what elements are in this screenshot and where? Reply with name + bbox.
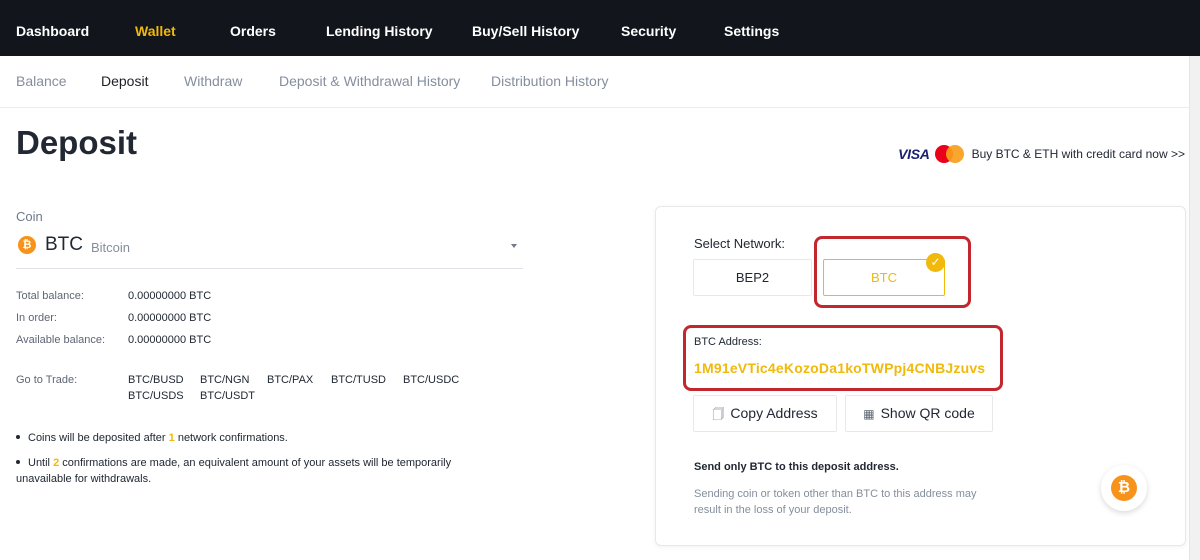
confirmation-note: Coins will be deposited after 1 network … — [16, 430, 288, 446]
page-title: Deposit — [16, 124, 138, 161]
warning-title: Send only BTC to this deposit address. — [694, 461, 899, 473]
trade-pair-link[interactable]: BTC/USDC — [403, 374, 459, 386]
trade-pair-link[interactable]: BTC/NGN — [200, 374, 250, 386]
topnav-buy-sell-history[interactable]: Buy/Sell History — [472, 0, 579, 56]
bitcoin-icon: ₿ — [18, 236, 36, 254]
network-label: Select Network: — [694, 236, 786, 251]
page-scrollbar[interactable] — [1189, 56, 1200, 560]
coin-select[interactable]: ₿ BTC Bitcoin — [16, 232, 523, 269]
trade-pair-link[interactable]: BTC/PAX — [267, 374, 313, 386]
top-nav: Dashboard Wallet Orders Lending History … — [0, 0, 1200, 56]
qr-code-icon: ▦ — [863, 407, 875, 421]
topnav-security[interactable]: Security — [621, 0, 676, 56]
in-order-value: 0.00000000 BTC — [128, 312, 212, 324]
warning-text: Sending coin or token other than BTC to … — [694, 488, 977, 516]
show-qr-button[interactable]: ▦ Show QR code — [845, 395, 993, 432]
network-option-bep2[interactable]: BEP2 — [693, 259, 812, 296]
available-balance-label: Available balance: — [16, 334, 106, 346]
sub-nav: Balance Deposit Withdraw Deposit & Withd… — [0, 56, 1200, 108]
network-highlight-box — [814, 236, 971, 308]
topnav-settings[interactable]: Settings — [724, 0, 779, 56]
coin-label: Coin — [16, 209, 43, 224]
in-order-label: In order: — [16, 312, 57, 324]
available-balance-value: 0.00000000 BTC — [128, 334, 212, 346]
bitcoin-icon: ₿ — [1111, 475, 1137, 501]
chevron-down-icon — [511, 244, 517, 248]
visa-logo: VISA — [898, 146, 930, 162]
address-highlight-box — [683, 325, 1003, 391]
total-balance-value: 0.00000000 BTC — [128, 290, 212, 302]
subnav-deposit-withdrawal-history[interactable]: Deposit & Withdrawal History — [279, 56, 460, 108]
unlock-note: Until 2 confirmations are made, an equiv… — [16, 457, 452, 485]
subnav-balance[interactable]: Balance — [16, 56, 67, 108]
buy-with-card-text: Buy BTC & ETH with credit card now >> — [971, 147, 1185, 161]
floating-bitcoin-button[interactable]: ₿ — [1101, 465, 1147, 511]
topnav-wallet[interactable]: Wallet — [135, 0, 176, 56]
copy-address-button[interactable]: 🗍 Copy Address — [693, 395, 837, 432]
subnav-deposit[interactable]: Deposit — [101, 56, 148, 108]
coin-name: Bitcoin — [91, 240, 131, 255]
trade-pair-link[interactable]: BTC/USDT — [200, 390, 255, 402]
topnav-lending-history[interactable]: Lending History — [326, 0, 433, 56]
total-balance-label: Total balance: — [16, 290, 84, 302]
trade-pair-link[interactable]: BTC/USDS — [128, 390, 184, 402]
go-to-trade-label: Go to Trade: — [16, 374, 78, 386]
copy-icon: 🗍 — [712, 407, 725, 421]
buy-with-card-link[interactable]: VISA Buy BTC & ETH with credit card now … — [898, 144, 1185, 164]
topnav-orders[interactable]: Orders — [230, 0, 276, 56]
coin-code: BTC — [45, 234, 83, 255]
subnav-withdraw[interactable]: Withdraw — [184, 56, 242, 108]
topnav-dashboard[interactable]: Dashboard — [16, 0, 89, 56]
mastercard-logo — [934, 145, 965, 163]
subnav-distribution-history[interactable]: Distribution History — [491, 56, 608, 108]
trade-pair-link[interactable]: BTC/BUSD — [128, 374, 184, 386]
trade-pair-link[interactable]: BTC/TUSD — [331, 374, 386, 386]
